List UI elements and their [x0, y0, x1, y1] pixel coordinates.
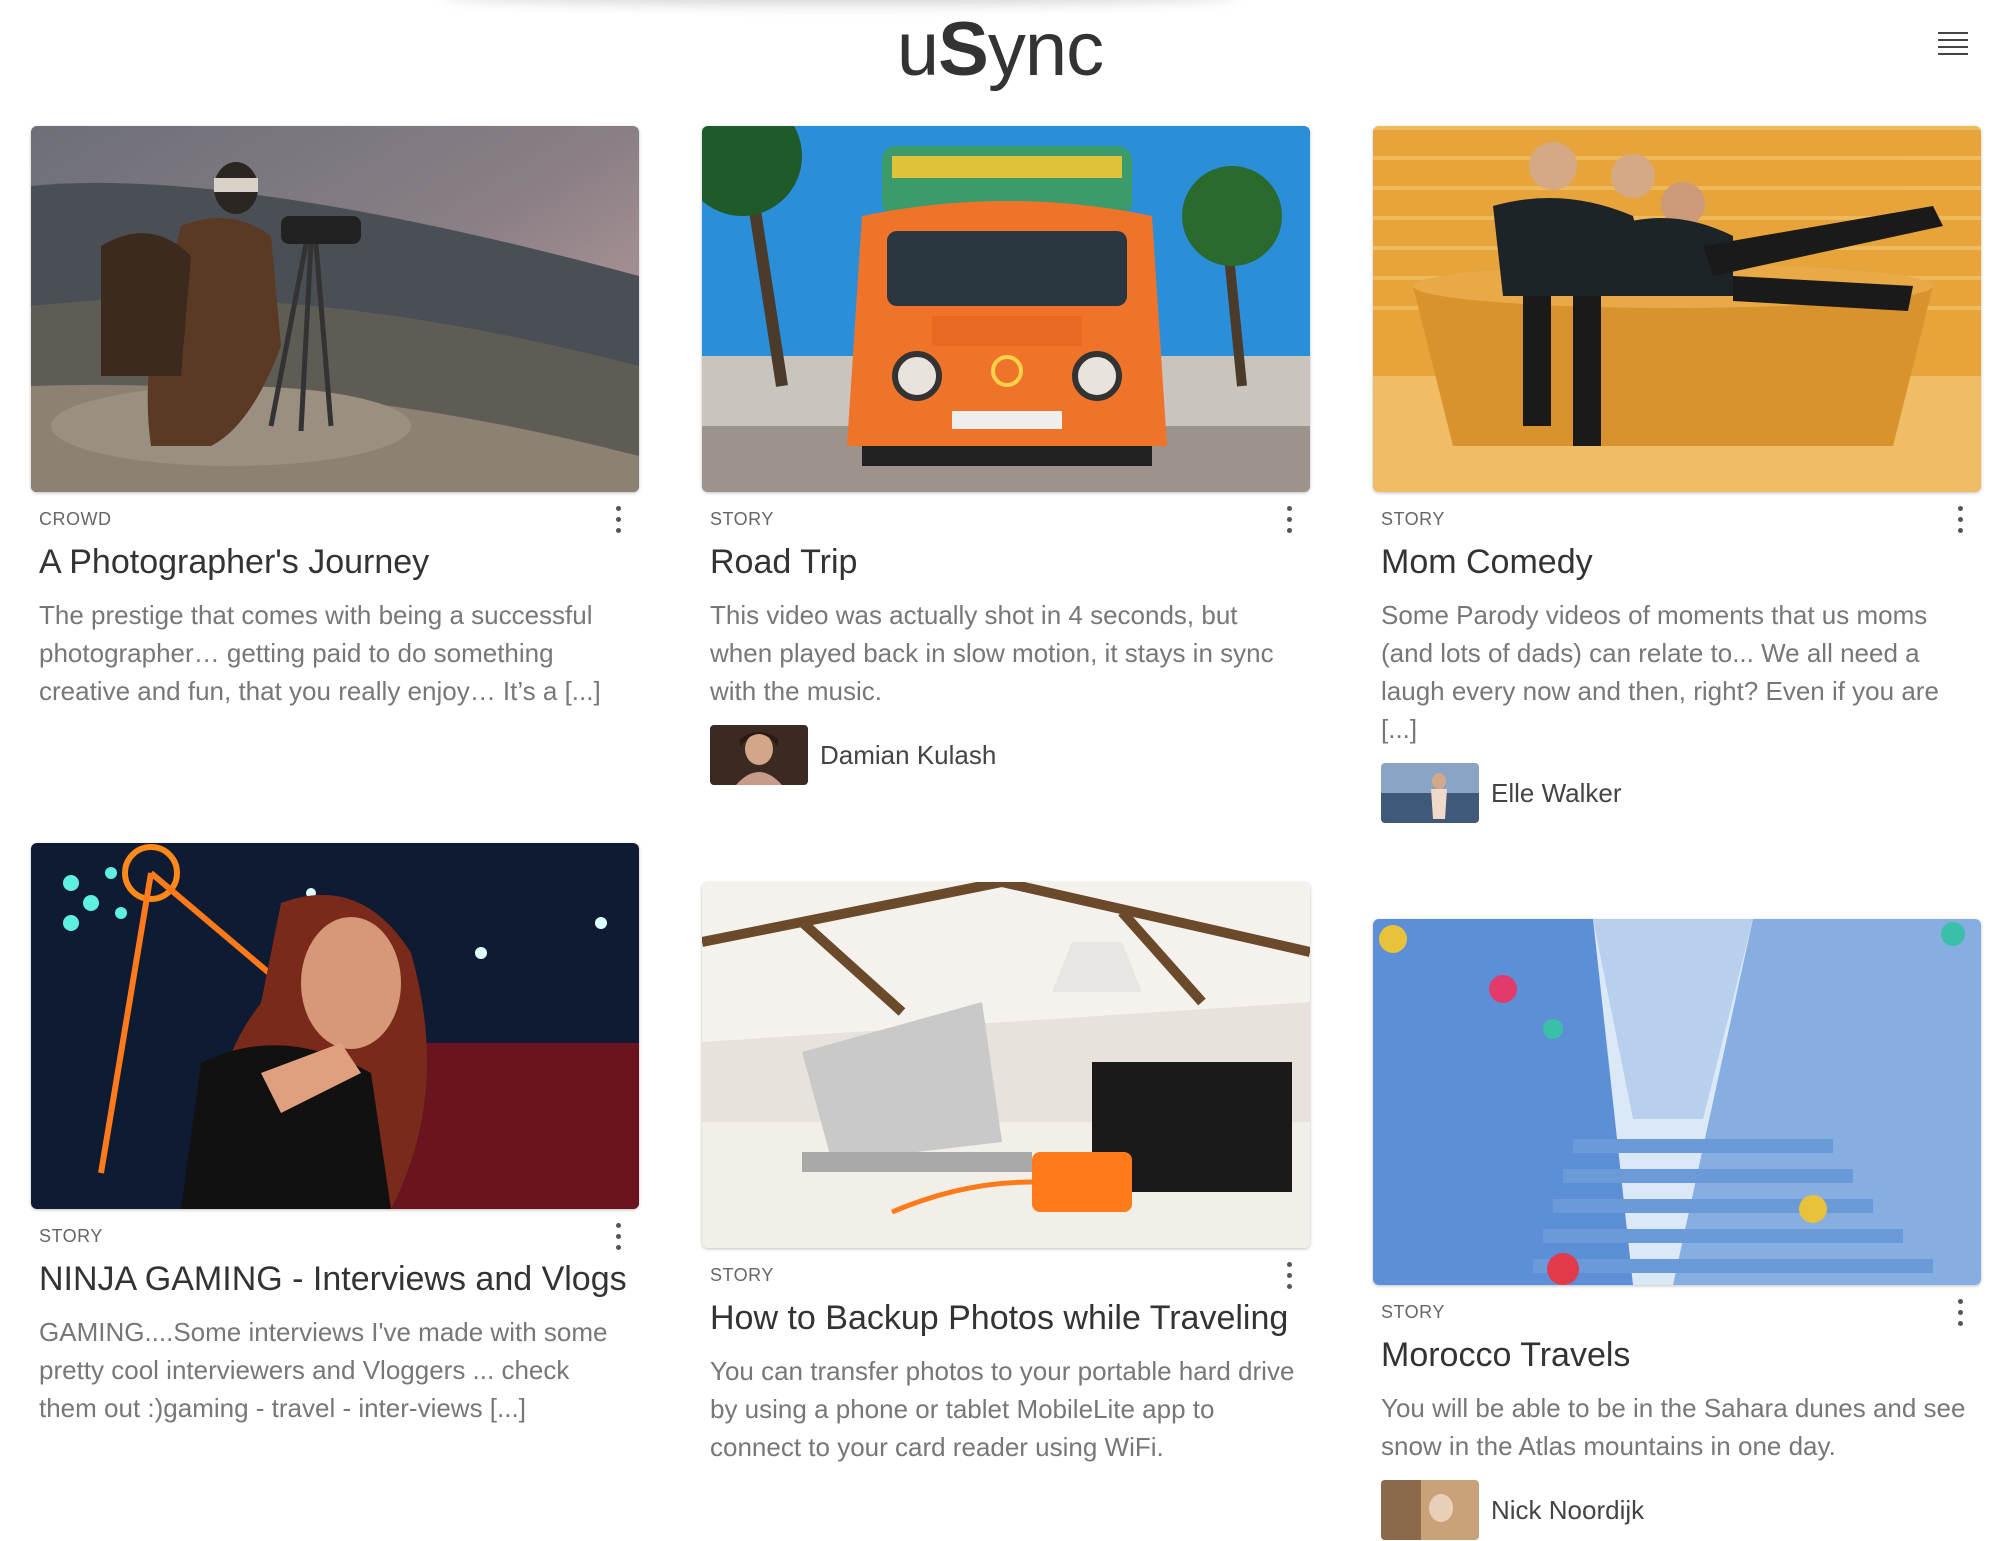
card-image-backup-photos[interactable]	[702, 882, 1310, 1248]
card-title[interactable]: Road Trip	[710, 540, 1302, 584]
card-author[interactable]: Damian Kulash	[710, 724, 1302, 786]
card-morocco-travels[interactable]: STORY Morocco Travels You will be able t…	[1373, 919, 1981, 1541]
logo-prefix: u	[896, 7, 939, 92]
card-title[interactable]: NINJA GAMING - Interviews and Vlogs	[39, 1257, 631, 1301]
more-options-icon[interactable]	[611, 506, 625, 538]
card-category: STORY	[1381, 1302, 1445, 1322]
usync-logo[interactable]: uSync	[0, 4, 2000, 96]
card-category: STORY	[1381, 509, 1445, 529]
top-bar: uSync	[0, 0, 2000, 110]
card-title[interactable]: How to Backup Photos while Traveling	[710, 1296, 1302, 1340]
card-description: This video was actually shot in 4 second…	[710, 600, 1274, 706]
author-name: Damian Kulash	[820, 739, 997, 770]
card-category: STORY	[710, 1265, 774, 1285]
card-description: Some Parody videos of moments that us mo…	[1381, 600, 1939, 744]
card-meta: STORY	[1373, 1285, 1981, 1326]
card-image-road-trip[interactable]	[702, 126, 1310, 492]
more-options-icon[interactable]	[1282, 506, 1296, 538]
logo-suffix: ync	[987, 7, 1104, 92]
more-options-icon[interactable]	[1282, 1262, 1296, 1294]
card-ninja-gaming[interactable]: STORY NINJA GAMING - Interviews and Vlog…	[31, 843, 639, 1427]
more-options-icon[interactable]	[1953, 506, 1967, 538]
card-title[interactable]: Mom Comedy	[1381, 540, 1973, 584]
card-image-mom-comedy[interactable]	[1373, 126, 1981, 492]
card-image-photographer[interactable]	[31, 126, 639, 492]
card-description: You can transfer photos to your portable…	[710, 1356, 1295, 1462]
card-title[interactable]: Morocco Travels	[1381, 1333, 1973, 1377]
author-name: Nick Noordijk	[1491, 1494, 1645, 1525]
card-author[interactable]: Elle Walker	[1381, 762, 1973, 824]
author-name: Elle Walker	[1491, 777, 1622, 808]
card-meta: STORY	[702, 492, 1310, 533]
more-options-icon[interactable]	[1953, 1299, 1967, 1331]
hamburger-menu-icon[interactable]	[1938, 30, 1968, 56]
card-description: You will be able to be in the Sahara dun…	[1381, 1393, 1966, 1461]
card-photographer[interactable]: CROWD A Photographer's Journey The prest…	[31, 126, 639, 710]
logo-bold-letter: S	[938, 7, 989, 92]
card-category: CROWD	[39, 509, 112, 529]
card-backup-photos[interactable]: STORY How to Backup Photos while Traveli…	[702, 882, 1310, 1466]
card-meta: STORY	[31, 1209, 639, 1250]
card-author[interactable]: Nick Noordijk	[1381, 1479, 1973, 1541]
author-avatar	[1381, 763, 1479, 823]
author-avatar	[710, 725, 808, 785]
card-meta: STORY	[1373, 492, 1981, 533]
card-meta: CROWD	[31, 492, 639, 533]
card-image-ninja-gaming[interactable]	[31, 843, 639, 1209]
card-meta: STORY	[702, 1248, 1310, 1289]
card-road-trip[interactable]: STORY Road Trip This video was actually …	[702, 126, 1310, 786]
card-mom-comedy[interactable]: STORY Mom Comedy Some Parody videos of m…	[1373, 126, 1981, 824]
card-image-morocco-travels[interactable]	[1373, 919, 1981, 1285]
more-options-icon[interactable]	[611, 1223, 625, 1255]
card-description: The prestige that comes with being a suc…	[39, 600, 601, 706]
author-avatar	[1381, 1480, 1479, 1540]
card-category: STORY	[39, 1226, 103, 1246]
card-title[interactable]: A Photographer's Journey	[39, 540, 631, 584]
card-description: GAMING....Some interviews I've made with…	[39, 1317, 608, 1423]
card-category: STORY	[710, 509, 774, 529]
